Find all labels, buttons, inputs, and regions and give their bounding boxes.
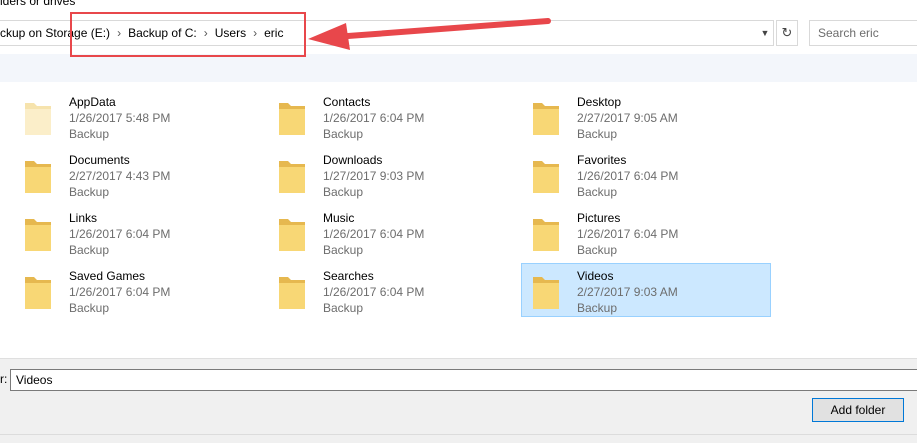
item-type: Backup xyxy=(323,243,364,257)
bottom-panel: r: Add folder xyxy=(0,358,917,443)
folder-icon xyxy=(279,219,305,251)
item-type: Backup xyxy=(323,185,364,199)
item-name: AppData xyxy=(69,95,116,109)
address-history-chevron-down-icon[interactable]: ▼ xyxy=(757,23,773,43)
folder-name-input[interactable] xyxy=(10,369,917,391)
folder-item[interactable]: Documents 2/27/2017 4:43 PM Backup xyxy=(20,147,270,201)
item-name: Links xyxy=(69,211,98,225)
folder-icon xyxy=(279,161,305,193)
item-type: Backup xyxy=(577,127,618,141)
item-type: Backup xyxy=(577,243,618,257)
item-type: Backup xyxy=(69,127,110,141)
folder-item[interactable]: Links 1/26/2017 6:04 PM Backup xyxy=(20,205,270,259)
add-folder-button[interactable]: Add folder xyxy=(812,398,904,422)
item-type: Backup xyxy=(69,185,110,199)
item-date: 2/27/2017 9:05 AM xyxy=(577,111,678,125)
item-date: 1/26/2017 5:48 PM xyxy=(69,111,171,125)
item-type: Backup xyxy=(577,185,618,199)
annotation-highlight-box xyxy=(70,12,306,57)
item-date: 1/26/2017 6:04 PM xyxy=(69,227,171,241)
item-date: 1/26/2017 6:04 PM xyxy=(69,285,171,299)
file-list: AppData 1/26/2017 5:48 PM Backup Contact… xyxy=(0,86,917,356)
folder-icon xyxy=(279,103,305,135)
item-name: Music xyxy=(323,211,355,225)
folder-item[interactable]: AppData 1/26/2017 5:48 PM Backup xyxy=(20,89,270,143)
item-name: Contacts xyxy=(323,95,371,109)
folder-icon xyxy=(25,277,51,309)
folder-item[interactable]: Music 1/26/2017 6:04 PM Backup xyxy=(274,205,524,259)
item-date: 1/26/2017 6:04 PM xyxy=(577,227,679,241)
folder-item[interactable]: Favorites 1/26/2017 6:04 PM Backup xyxy=(528,147,778,201)
item-name: Searches xyxy=(323,269,374,283)
item-name: Desktop xyxy=(577,95,622,109)
folder-item[interactable]: Desktop 2/27/2017 9:05 AM Backup xyxy=(528,89,778,143)
item-type: Backup xyxy=(577,301,618,315)
refresh-icon[interactable]: ↻ xyxy=(776,20,798,46)
folder-item[interactable]: Pictures 1/26/2017 6:04 PM Backup xyxy=(528,205,778,259)
item-date: 1/26/2017 6:04 PM xyxy=(323,285,425,299)
item-date: 1/26/2017 6:04 PM xyxy=(577,169,679,183)
item-type: Backup xyxy=(69,301,110,315)
annotation-arrow-icon xyxy=(308,18,551,50)
folder-item[interactable]: Searches 1/26/2017 6:04 PM Backup xyxy=(274,263,524,317)
item-name: Videos xyxy=(577,269,614,283)
command-bar xyxy=(0,54,917,82)
item-date: 1/26/2017 6:04 PM xyxy=(323,227,425,241)
folder-icon xyxy=(533,219,559,251)
search-box[interactable] xyxy=(809,20,917,46)
item-type: Backup xyxy=(69,243,110,257)
item-name: Pictures xyxy=(577,211,621,225)
folder-icon xyxy=(533,277,559,309)
item-name: Documents xyxy=(69,153,130,167)
folder-icon xyxy=(279,277,305,309)
item-type: Backup xyxy=(323,127,364,141)
item-type: Backup xyxy=(323,301,364,315)
item-name: Favorites xyxy=(577,153,627,167)
folder-item[interactable]: Downloads 1/27/2017 9:03 PM Backup xyxy=(274,147,524,201)
folder-icon xyxy=(25,219,51,251)
folder-field-label: r: xyxy=(0,372,8,386)
item-date: 1/26/2017 6:04 PM xyxy=(323,111,425,125)
folder-item-selected[interactable]: Videos 2/27/2017 9:03 AM Backup xyxy=(521,263,771,317)
folder-icon xyxy=(533,161,559,193)
item-date: 2/27/2017 9:03 AM xyxy=(577,285,678,299)
folder-item[interactable]: Saved Games 1/26/2017 6:04 PM Backup xyxy=(20,263,270,317)
folder-item[interactable]: Contacts 1/26/2017 6:04 PM Backup xyxy=(274,89,524,143)
window-title: lders or drives xyxy=(0,0,76,8)
folder-icon xyxy=(533,103,559,135)
item-date: 1/27/2017 9:03 PM xyxy=(323,169,425,183)
item-name: Saved Games xyxy=(69,269,146,283)
search-input[interactable] xyxy=(810,21,917,45)
item-date: 2/27/2017 4:43 PM xyxy=(69,169,171,183)
folder-icon xyxy=(25,161,51,193)
divider xyxy=(0,434,917,435)
folder-hidden-icon xyxy=(25,103,51,135)
item-name: Downloads xyxy=(323,153,383,167)
